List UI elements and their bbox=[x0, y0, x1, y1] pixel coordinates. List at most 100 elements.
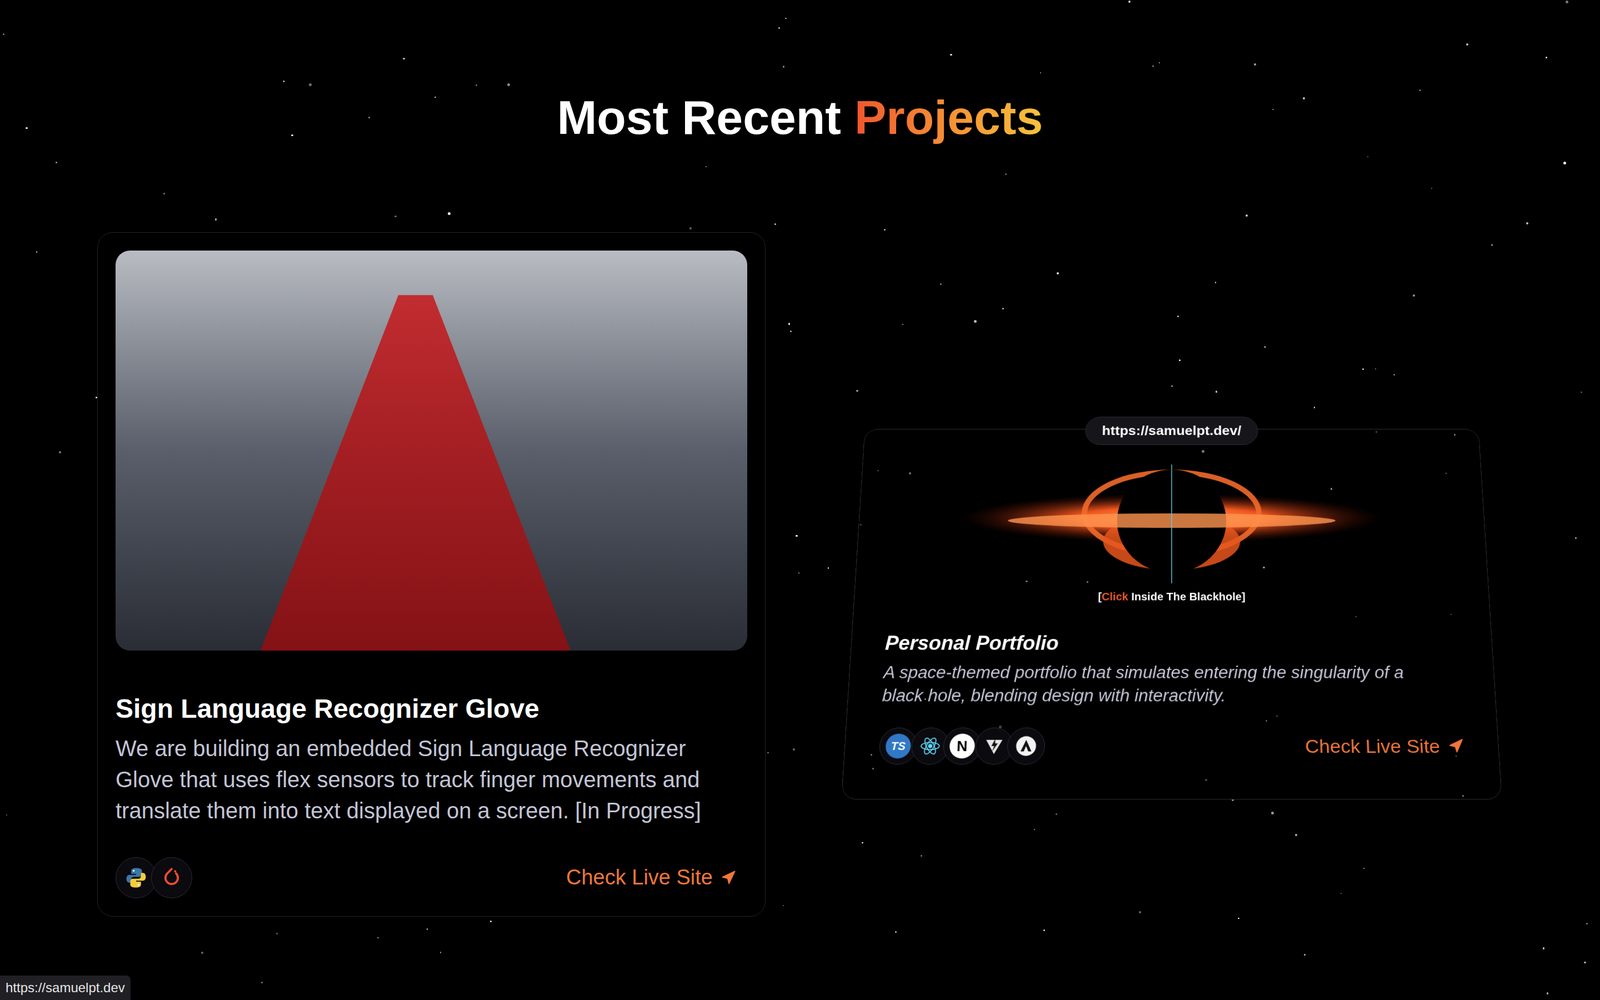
project-description: We are building an embedded Sign Languag… bbox=[115, 732, 748, 827]
tech-badge bbox=[115, 857, 157, 899]
star bbox=[1362, 368, 1364, 370]
star bbox=[1177, 315, 1179, 318]
star bbox=[1158, 62, 1160, 64]
status-bar: https://samuelpt.dev bbox=[0, 975, 131, 1000]
star bbox=[276, 932, 278, 935]
star bbox=[1491, 244, 1493, 246]
tech-list: TS N bbox=[878, 727, 1046, 765]
arrow-icon bbox=[720, 870, 737, 886]
live-site-link[interactable]: Check Live Site bbox=[566, 861, 737, 894]
star bbox=[1412, 294, 1415, 297]
star bbox=[689, 227, 692, 229]
star bbox=[475, 84, 478, 87]
star bbox=[1563, 161, 1567, 165]
pytorch-icon bbox=[160, 866, 184, 890]
star bbox=[902, 323, 904, 325]
star bbox=[36, 251, 38, 253]
star bbox=[1272, 108, 1274, 110]
star bbox=[1302, 97, 1305, 100]
star bbox=[1138, 911, 1142, 914]
card-footer: TS N Check Live Site bbox=[878, 727, 1465, 765]
card-footer: Check Live Site bbox=[115, 857, 748, 899]
star bbox=[447, 212, 451, 215]
typescript-icon: TS bbox=[885, 733, 912, 759]
star bbox=[1580, 391, 1583, 394]
star bbox=[1575, 537, 1577, 539]
star bbox=[283, 80, 285, 82]
star bbox=[1040, 72, 1042, 74]
star bbox=[785, 17, 787, 19]
star bbox=[861, 842, 863, 844]
star bbox=[950, 53, 952, 56]
tech-badge bbox=[151, 857, 193, 899]
star bbox=[1313, 406, 1315, 408]
section-heading: Most Recent Projects bbox=[557, 88, 1044, 147]
star bbox=[973, 320, 977, 323]
project-title: Personal Portfolio bbox=[884, 631, 1459, 655]
star bbox=[1215, 390, 1218, 393]
star bbox=[1056, 272, 1059, 275]
nextjs-icon: N bbox=[948, 733, 975, 759]
star bbox=[1005, 173, 1007, 175]
star bbox=[402, 57, 405, 60]
project-photo bbox=[115, 250, 748, 651]
star bbox=[308, 83, 312, 87]
star bbox=[774, 223, 777, 225]
star bbox=[940, 283, 942, 285]
star bbox=[1393, 373, 1395, 376]
star bbox=[827, 567, 829, 569]
star bbox=[1128, 0, 1131, 3]
star bbox=[1253, 63, 1257, 66]
star bbox=[798, 572, 800, 574]
star bbox=[1526, 222, 1528, 224]
star bbox=[767, 752, 769, 754]
star bbox=[1363, 867, 1365, 869]
vite-icon bbox=[982, 735, 1005, 758]
tech-list bbox=[115, 857, 193, 899]
star bbox=[201, 951, 204, 954]
url-pill: https://samuelpt.dev/ bbox=[1085, 416, 1259, 445]
project-list: Sign Language Recognizer Glove We are bui… bbox=[0, 232, 1600, 917]
star bbox=[1215, 281, 1217, 284]
star bbox=[394, 215, 397, 218]
star bbox=[1178, 359, 1181, 362]
star bbox=[795, 535, 798, 538]
star bbox=[55, 161, 58, 164]
star bbox=[1431, 187, 1433, 189]
star bbox=[1055, 813, 1058, 815]
star bbox=[1367, 156, 1369, 158]
star bbox=[920, 855, 923, 857]
react-icon bbox=[918, 735, 942, 758]
project-title: Sign Language Recognizer Glove bbox=[115, 692, 748, 725]
star bbox=[1245, 214, 1248, 217]
star bbox=[2, 33, 5, 35]
star bbox=[426, 928, 429, 930]
star bbox=[1303, 953, 1307, 957]
star bbox=[377, 937, 379, 939]
star bbox=[792, 748, 795, 751]
star bbox=[782, 65, 785, 68]
star bbox=[788, 322, 791, 325]
astro-icon bbox=[1015, 735, 1038, 758]
project-card[interactable]: Sign Language Recognizer Glove We are bui… bbox=[97, 232, 766, 917]
star bbox=[1033, 828, 1036, 831]
star bbox=[1565, 0, 1569, 4]
star bbox=[1375, 368, 1377, 370]
star bbox=[1586, 922, 1588, 925]
star bbox=[1043, 929, 1045, 932]
page: Most Recent Projects Sign Language Recogn… bbox=[0, 0, 1600, 1000]
live-site-link[interactable]: Check Live Site bbox=[1305, 732, 1465, 762]
star bbox=[856, 390, 858, 392]
star bbox=[291, 134, 293, 137]
star bbox=[1271, 811, 1274, 815]
star bbox=[215, 218, 217, 220]
star bbox=[1583, 961, 1586, 964]
python-icon bbox=[124, 866, 148, 890]
photo-subject bbox=[243, 295, 588, 651]
star bbox=[1340, 892, 1342, 894]
star bbox=[490, 920, 492, 923]
project-card[interactable]: https://samuelpt.dev/[Click Inside The B… bbox=[841, 429, 1503, 800]
preview-area[interactable]: [Click Inside The Blackhole] bbox=[887, 454, 1456, 605]
star bbox=[1419, 89, 1422, 92]
star bbox=[1237, 917, 1239, 919]
